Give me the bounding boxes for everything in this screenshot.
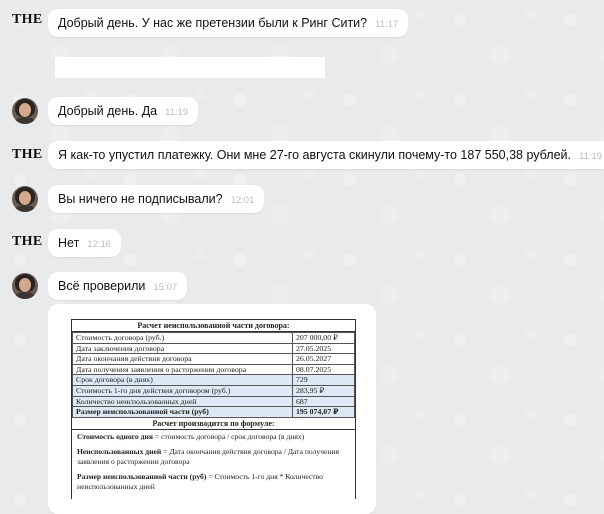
row-value: 195 074,07 ₽	[292, 406, 355, 418]
row-label: Количество неиспользованных дней	[72, 395, 293, 408]
message-bubble[interactable]: Вы ничего не подписывали? 12:01	[48, 185, 265, 213]
message-time: 11:17	[375, 19, 399, 30]
message-text: Я как-то упустил платежку. Они мне 27-го…	[58, 148, 571, 162]
row-value: 283,95 ₽	[292, 384, 355, 397]
row-label: Дата заключения договора	[72, 342, 293, 355]
message-bubble[interactable]: Добрый день. Да 11:19	[48, 97, 199, 125]
row-value: 26.05.2027	[292, 353, 355, 365]
message-time: 11:19	[165, 107, 189, 118]
formula-term: Неиспользованных дней	[77, 446, 162, 456]
row-label: Дата окончания действия договора	[72, 353, 293, 365]
row-value: 207 000,00 ₽	[292, 332, 355, 344]
row-label: Стоимость договора (руб.)	[72, 332, 293, 344]
calculation-document: Расчет неиспользованной части договора: …	[71, 319, 356, 499]
formula-text: Стоимость одного дня = стоимость договор…	[72, 430, 355, 499]
row-label: Дата получения заявления о расторжении д…	[72, 363, 293, 376]
sender-logo: THE	[12, 234, 43, 249]
row-label: Размер неиспользованной части (руб)	[72, 406, 293, 418]
document-title: Расчет неиспользованной части договора:	[72, 320, 355, 332]
message-text: Вы ничего не подписывали?	[58, 192, 223, 206]
formula-term: Стоимость одного дня	[77, 431, 153, 441]
message-bubble[interactable]: Добрый день. У нас же претензии были к Р…	[48, 9, 409, 37]
message-text: Всё проверили	[58, 279, 146, 293]
avatar[interactable]	[12, 186, 38, 212]
sender-logo: THE	[12, 147, 43, 162]
message-text: Добрый день. У нас же претензии были к Р…	[58, 16, 368, 30]
image-attachment[interactable]: Расчет неиспользованной части договора: …	[48, 304, 376, 514]
avatar[interactable]	[12, 273, 38, 299]
formula-definition: = стоимость договора / срок договора (в …	[152, 431, 305, 441]
message-time: 15:07	[153, 282, 178, 293]
avatar[interactable]	[12, 98, 38, 124]
redacted-message	[55, 57, 325, 78]
row-value: 729	[292, 374, 355, 386]
message-time: 12:01	[230, 195, 255, 206]
row-label: Стоимость 1-го дня действия договором (р…	[72, 384, 293, 397]
message-text: Нет	[58, 236, 80, 250]
message-bubble[interactable]: Я как-то упустил платежку. Они мне 27-го…	[48, 141, 604, 169]
sender-logo: THE	[12, 12, 43, 27]
row-label: Срок договора (в днях)	[72, 374, 293, 386]
calculation-table: Стоимость договора (руб.) 207 000,00 ₽ Да…	[72, 332, 355, 418]
message-time: 11:19	[578, 151, 603, 162]
message-bubble[interactable]: Нет 12:16	[48, 229, 122, 257]
formula-term: Размер неиспользованной части (руб)	[77, 471, 207, 481]
formula-title: Расчет производится по формуле:	[72, 418, 355, 430]
message-text: Добрый день. Да	[58, 104, 158, 118]
row-value: 08.07.2025	[292, 363, 355, 376]
message-bubble[interactable]: Всё проверили 15:07	[48, 272, 188, 300]
row-value: 687	[292, 395, 355, 408]
message-time: 12:16	[87, 239, 112, 250]
row-value: 27.05.2025	[292, 342, 355, 355]
